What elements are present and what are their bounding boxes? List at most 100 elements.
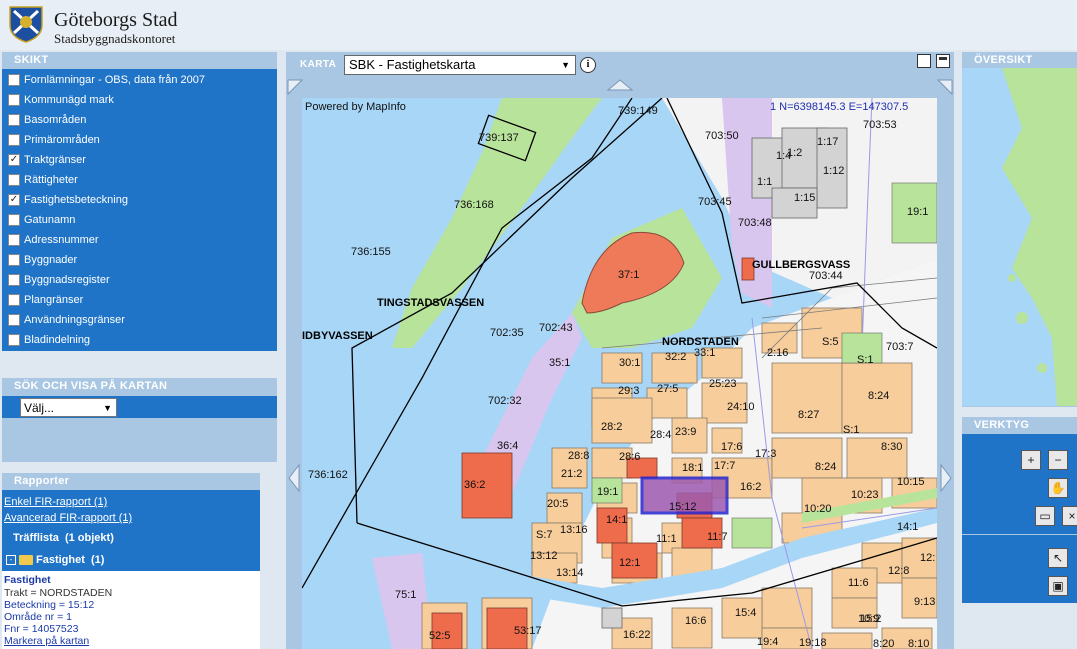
parcel-label: 52:5 — [429, 630, 450, 642]
parcel-label: 28:8 — [568, 450, 589, 462]
layer-item[interactable]: ✓ Traktgränser — [8, 152, 86, 168]
layer-item[interactable]: ✓ Fastighetsbeteckning — [8, 192, 128, 208]
parcel-label: 8:30 — [881, 441, 902, 453]
layer-label: Användningsgränser — [24, 314, 125, 326]
overview-canvas — [1002, 68, 1077, 406]
parcel-label: 20:5 — [547, 498, 568, 510]
pan-north-icon[interactable] — [606, 79, 634, 91]
parcel-label: 736:162 — [308, 469, 348, 481]
layer-item[interactable]: Adressnummer — [8, 232, 99, 248]
maximize-window-icon[interactable] — [936, 54, 950, 68]
layer-checkbox[interactable] — [8, 334, 20, 346]
parcel-label: 14:1 — [897, 521, 918, 533]
clear-icon[interactable]: × — [1062, 506, 1077, 526]
chevron-down-icon: ▼ — [103, 403, 112, 413]
search-select[interactable]: Välj... ▼ — [20, 398, 117, 417]
parcel-label: 703:50 — [705, 130, 739, 142]
info-icon[interactable]: i — [580, 57, 596, 73]
parcel-label: 21:2 — [561, 468, 582, 480]
mark-on-map-link[interactable]: Markera på kartan — [4, 635, 89, 647]
layer-label: Rättigheter — [24, 174, 78, 186]
layer-label: Kommunägd mark — [24, 94, 114, 106]
parcel-label: 10:20 — [804, 503, 832, 515]
layer-checkbox[interactable] — [8, 274, 20, 286]
zoom-in-icon[interactable]: + — [1021, 450, 1041, 470]
layer-checkbox[interactable] — [8, 114, 20, 126]
report-links: Enkel FIR-rapport (1) Avancerad FIR-rapp… — [2, 490, 260, 526]
parcel-label: 15:4 — [735, 607, 756, 619]
parcel-label: 10:9 — [858, 613, 879, 625]
layer-checkbox[interactable] — [8, 314, 20, 326]
layer-checkbox[interactable] — [8, 294, 20, 306]
map-select-value: SBK - Fastighetskarta — [349, 57, 476, 72]
layer-checkbox[interactable] — [8, 214, 20, 226]
layer-checkbox[interactable] — [8, 94, 20, 106]
layers-panel-title: SKIKT — [2, 52, 277, 69]
layer-item[interactable]: Byggnadsregister — [8, 272, 110, 288]
map-panel-title: KARTA — [300, 59, 337, 70]
layer-label: Byggnader — [24, 254, 78, 266]
layer-checkbox[interactable] — [8, 234, 20, 246]
parcel-label: 23:9 — [675, 426, 696, 438]
layer-item[interactable]: Rättigheter — [8, 172, 78, 188]
pan-west-icon[interactable] — [286, 463, 302, 493]
tools-panel-title: VERKTYG — [962, 417, 1077, 434]
layer-item[interactable]: Plangränser — [8, 292, 83, 308]
map-canvas[interactable]: TINGSTADSVASSENNORDSTADENGULLBERGSVASSID… — [302, 98, 937, 649]
parcel-label: 8:27 — [798, 409, 819, 421]
zoom-out-icon[interactable]: − — [1048, 450, 1068, 470]
parcel-label: 703:7 — [886, 341, 914, 353]
layer-checkbox[interactable] — [8, 174, 20, 186]
parcel-label: 35:1 — [549, 357, 570, 369]
layer-item[interactable]: Gatunamn — [8, 212, 75, 228]
layer-checkbox[interactable]: ✓ — [8, 194, 20, 206]
measure-icon[interactable]: ▭ — [1035, 506, 1055, 526]
layer-item[interactable]: Användningsgränser — [8, 312, 125, 328]
parcel-label: 28:6 — [619, 451, 640, 463]
layer-checkbox[interactable]: ✓ — [8, 154, 20, 166]
restore-window-icon[interactable] — [917, 54, 931, 68]
layer-item[interactable]: Primärområden — [8, 132, 100, 148]
layer-label: Adressnummer — [24, 234, 99, 246]
parcel-label: 16:2 — [740, 481, 761, 493]
layer-label: Plangränser — [24, 294, 84, 306]
print-icon[interactable]: ▣ — [1048, 576, 1068, 596]
fastighet-group[interactable]: - Fastighet (1) — [6, 554, 104, 566]
reports-panel: Rapporter Enkel FIR-rapport (1) Avancera… — [2, 473, 260, 649]
layer-label: Gatunamn — [24, 214, 76, 226]
pan-tool-icon[interactable]: ✋ — [1048, 478, 1068, 498]
search-panel-title: SÖK OCH VISA PÅ KARTAN — [2, 378, 277, 395]
layer-item[interactable]: Bladindelning — [8, 332, 90, 348]
layer-item[interactable]: Basområden — [8, 112, 86, 128]
result-fnr: Fnr = 14057523 — [4, 623, 79, 635]
layer-item[interactable]: Fornlämningar - OBS, data från 2007 — [8, 72, 205, 88]
select-tool-icon[interactable]: ↖ — [1048, 548, 1068, 568]
pan-northwest-icon[interactable] — [287, 79, 304, 96]
parcel-label: 19:1 — [597, 486, 618, 498]
layer-item[interactable]: Kommunägd mark — [8, 92, 114, 108]
pan-northeast-icon[interactable] — [936, 79, 953, 96]
pan-east-icon[interactable] — [938, 463, 954, 493]
hit-list-title: Träfflista (1 objekt) — [13, 532, 114, 544]
map-view[interactable]: TINGSTADSVASSEN NORDSTADEN GULLBERGSVASS ID… — [302, 98, 937, 649]
layer-item[interactable]: Byggnader — [8, 252, 77, 268]
map-select[interactable]: SBK - Fastighetskarta ▼ — [344, 55, 576, 75]
layer-checkbox[interactable] — [8, 254, 20, 266]
parcel-label: 19:18 — [799, 637, 827, 649]
collapse-icon[interactable]: - — [6, 555, 16, 565]
parcel-label: 11:1 — [656, 533, 677, 545]
layer-checkbox[interactable] — [8, 134, 20, 146]
parcel-label: 1:17 — [817, 136, 838, 148]
advanced-fir-report-link[interactable]: Avancerad FIR-rapport (1) — [4, 512, 132, 524]
result-trakt: Trakt = NORDSTADEN — [4, 587, 113, 599]
layer-checkbox[interactable] — [8, 74, 20, 86]
simple-fir-report-link[interactable]: Enkel FIR-rapport (1) — [4, 496, 107, 508]
result-beteckning: Beteckning = 15:12 — [4, 599, 95, 611]
parcel-label: 37:1 — [618, 269, 639, 281]
parcel-label: 36:4 — [497, 440, 518, 452]
result-title: Fastighet — [4, 574, 51, 586]
overview-map[interactable] — [962, 68, 1077, 406]
parcel-label: 8:24 — [815, 461, 836, 473]
parcel-label: 1:12 — [823, 165, 844, 177]
parcel-label: 11:6 — [848, 577, 869, 589]
